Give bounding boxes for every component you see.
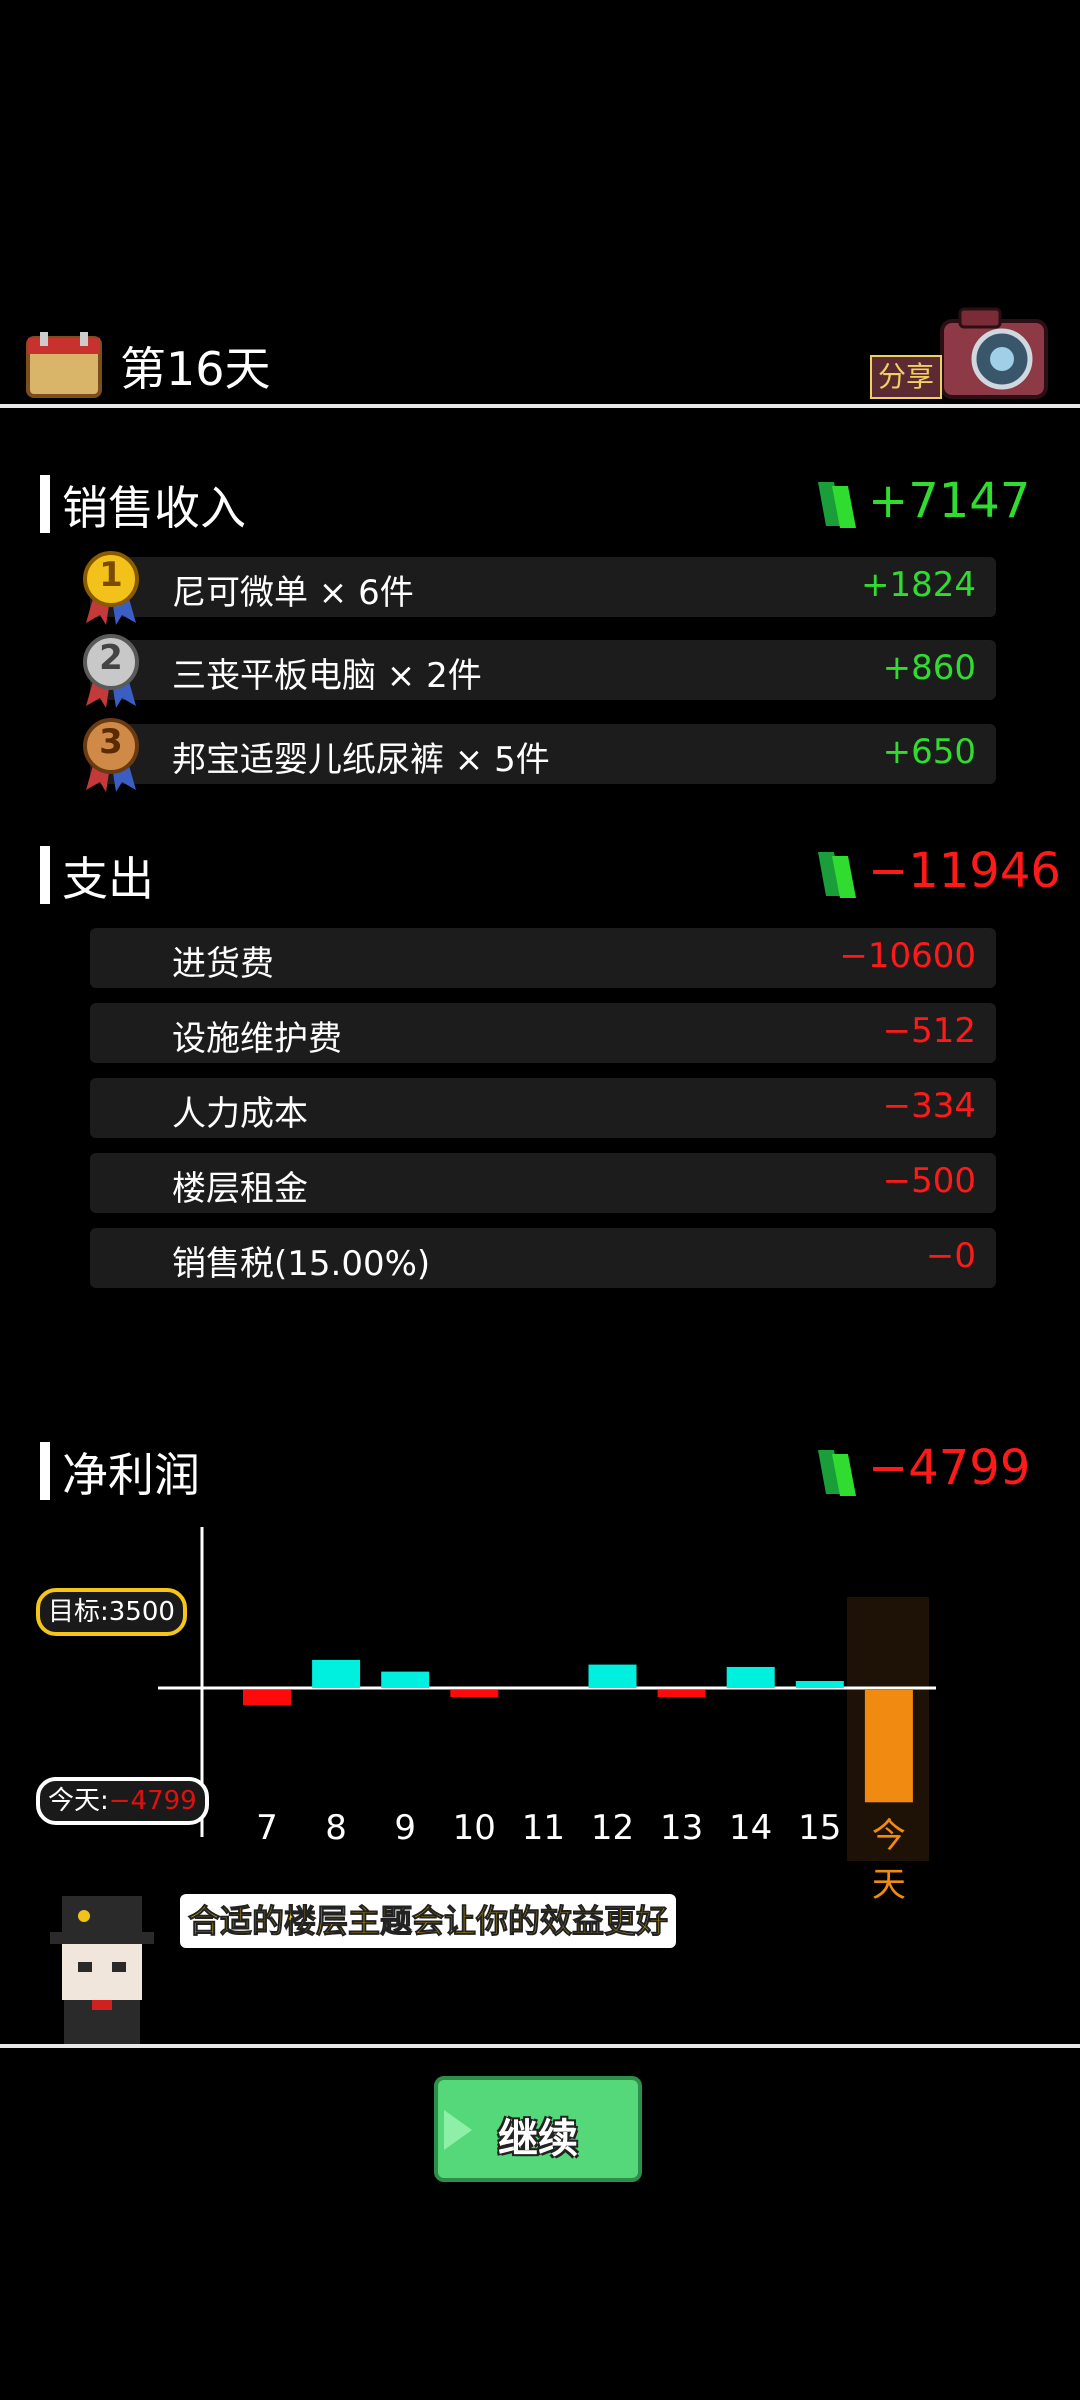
today-value: −4799	[108, 1786, 197, 1816]
tick-label: 8	[325, 1808, 347, 1848]
tick-label: 13	[659, 1808, 704, 1848]
continue-button[interactable]: 继续	[434, 2076, 642, 2182]
today-badge: 今天:−4799	[36, 1777, 209, 1825]
target-badge: 目标:3500	[36, 1588, 187, 1636]
tip-text: 合适的楼层主题会让你的效益更好	[187, 1902, 669, 1941]
chart-bar	[450, 1690, 499, 1698]
chart-bar	[588, 1664, 637, 1688]
chart-bar	[726, 1666, 775, 1688]
tick-label: 12	[590, 1808, 635, 1848]
tick-label: 9	[394, 1808, 416, 1848]
chart-bar	[657, 1690, 706, 1698]
tick-label: 7	[256, 1808, 278, 1848]
mascot-avatar	[30, 1892, 180, 2044]
chart-bar	[243, 1690, 291, 1706]
today-label: 今天:	[48, 1786, 109, 1816]
tick-label: 11	[521, 1808, 566, 1848]
tick-label: 10	[452, 1808, 496, 1848]
tip-bubble: 合适的楼层主题会让你的效益更好	[180, 1894, 677, 1948]
tick-label: 15	[798, 1808, 842, 1848]
target-label: 目标:3500	[48, 1597, 175, 1627]
chart-bar	[864, 1690, 913, 1803]
chart-bar	[795, 1680, 844, 1688]
chart-bar	[312, 1659, 361, 1688]
continue-label: 继续	[498, 2116, 578, 2162]
tick-label: 今天	[871, 1816, 906, 1905]
footer-divider	[0, 2044, 1080, 2048]
chart-bar	[381, 1671, 430, 1688]
tick-label: 14	[729, 1808, 773, 1848]
